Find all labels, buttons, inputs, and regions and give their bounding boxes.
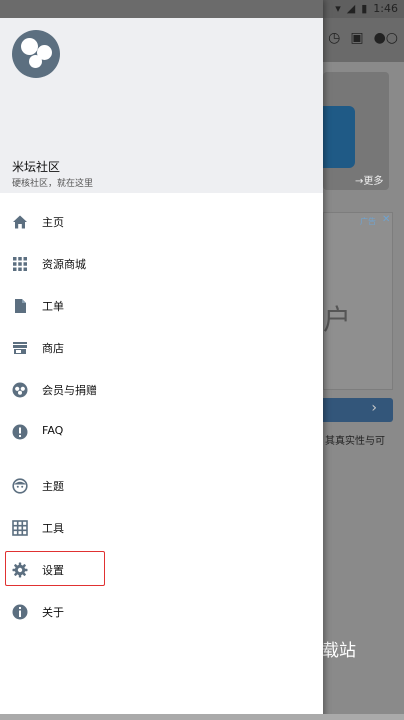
menu-item-label: 资源商城: [42, 258, 86, 271]
status-time: 1:46: [373, 2, 398, 15]
wallet-icon: ▣: [350, 30, 364, 46]
menu-item-label: 主题: [42, 480, 64, 493]
navigation-drawer: 米坛社区 硬核社区，就在这里 主页 资源商城 工单 商店 会员与捐赠 FAQ 主…: [0, 0, 323, 720]
menu-item-theme[interactable]: 主题: [0, 465, 323, 507]
battery-icon: ▮: [361, 2, 368, 15]
store-icon: [12, 340, 28, 356]
app-name: 米坛社区: [12, 160, 61, 174]
menu-item-about[interactable]: 关于: [0, 591, 323, 633]
system-nav-bar: [0, 714, 404, 720]
menu-item-label: 工具: [42, 522, 64, 535]
home-icon: [12, 214, 28, 230]
table-icon: [12, 520, 28, 536]
menu-item-label: 工单: [42, 300, 64, 313]
menu-item-settings[interactable]: 设置: [0, 549, 323, 591]
close-icon: ✕: [382, 214, 391, 225]
menu-item-label: FAQ: [42, 424, 64, 437]
menu-item-faq[interactable]: FAQ: [0, 411, 323, 453]
status-icons: ▾ ◢ ▮ 1:46: [335, 2, 398, 15]
drawer-header: 米坛社区 硬核社区，就在这里: [0, 18, 323, 193]
info-icon: [12, 604, 28, 620]
drawer-status-area: [0, 0, 323, 18]
membership-icon: [12, 382, 28, 398]
menu-item-store[interactable]: 商店: [0, 327, 323, 369]
document-icon: [12, 298, 28, 314]
menu-item-label: 会员与捐赠: [42, 384, 97, 397]
wifi-icon: ▾: [335, 2, 341, 15]
menu-item-tickets[interactable]: 工单: [0, 285, 323, 327]
ad-tag: 广告: [360, 217, 376, 226]
alert-circle-icon: [12, 424, 28, 440]
app-tagline: 硬核社区，就在这里: [12, 179, 94, 189]
app-logo[interactable]: [12, 30, 60, 78]
background-card-image: [323, 106, 355, 168]
menu-item-label: 关于: [42, 606, 64, 619]
menu-item-label: 设置: [42, 564, 64, 577]
gear-icon: [12, 562, 28, 578]
background-toolbar: ◷ ▣ ●○: [323, 18, 404, 62]
watermark: 载站: [322, 641, 356, 661]
more-link: →更多: [355, 176, 384, 187]
ad-arrow-button: ›: [323, 398, 393, 422]
signal-icon: ◢: [346, 2, 356, 15]
ad-text: 户: [323, 303, 352, 336]
face-icon: [12, 478, 28, 494]
menu-item-membership[interactable]: 会员与捐赠: [0, 369, 323, 411]
menu-item-tools[interactable]: 工具: [0, 507, 323, 549]
grid-icon: [12, 256, 28, 272]
menu-item-resource-mall[interactable]: 资源商城: [0, 243, 323, 285]
menu-item-label: 主页: [42, 216, 64, 229]
menu-item-home[interactable]: 主页: [0, 201, 323, 243]
clock-icon: ◷: [328, 30, 341, 46]
ad-note: 其真实性与可: [325, 436, 385, 447]
menu-item-label: 商店: [42, 342, 64, 355]
toggle-icon: ●○: [373, 30, 398, 46]
